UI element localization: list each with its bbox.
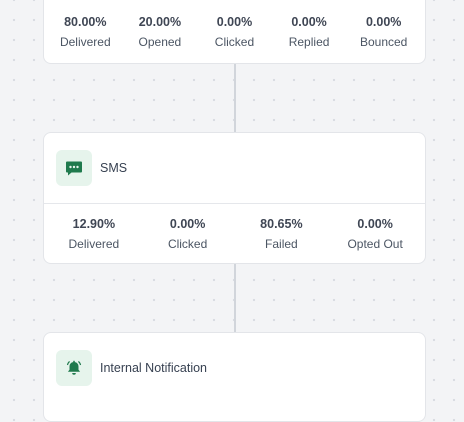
notification-node-header[interactable]: Internal Notification (44, 333, 425, 403)
stat-clicked: 0.00% Clicked (141, 216, 235, 252)
stat-label: Delivered (59, 35, 111, 49)
sms-node-header[interactable]: SMS (44, 133, 425, 203)
connector-line (234, 64, 236, 132)
stat-clicked: 0.00% Clicked (197, 14, 272, 50)
internal-notification-node-card[interactable]: Internal Notification (43, 332, 426, 422)
sms-stats-row: 12.90% Delivered 0.00% Clicked 80.65% Fa… (44, 216, 425, 252)
stat-label: Clicked (214, 35, 255, 49)
stat-value: 0.00% (365, 15, 402, 29)
stat-delivered: 80.00% Delivered (48, 14, 123, 50)
stat-value: 0.00% (357, 217, 393, 231)
stat-value: 20.00% (138, 15, 182, 29)
stat-opened: 20.00% Opened (123, 14, 198, 50)
stat-value: 0.00% (216, 15, 253, 29)
sms-node-card[interactable]: SMS 12.90% Delivered 0.00% Clicked 80.65… (43, 132, 426, 264)
stat-value: 12.90% (72, 217, 116, 231)
stat-value: 0.00% (169, 217, 206, 231)
stat-opted-out: 0.00% Opted Out (328, 216, 422, 252)
stat-delivered: 12.90% Delivered (47, 216, 141, 252)
stat-label: Replied (288, 35, 330, 49)
stat-label: Delivered (68, 237, 120, 251)
email-node-card[interactable]: 80.00% Delivered 20.00% Opened 0.00% Cli… (43, 0, 426, 64)
divider (44, 203, 425, 204)
connector-line (234, 264, 236, 332)
stat-value: 0.00% (291, 15, 327, 29)
node-title: SMS (100, 161, 128, 175)
bell-icon (56, 350, 92, 386)
sms-message-icon (56, 150, 92, 186)
stat-value: 80.65% (260, 217, 303, 231)
stat-label: Opened (138, 35, 182, 49)
stat-replied: 0.00% Replied (272, 14, 347, 50)
stat-bounced: 0.00% Bounced (346, 14, 421, 50)
stat-label: Bounced (359, 35, 408, 49)
stat-failed: 80.65% Failed (235, 216, 329, 252)
email-stats-row: 80.00% Delivered 20.00% Opened 0.00% Cli… (44, 14, 425, 50)
stat-value: 80.00% (64, 15, 107, 29)
node-title: Internal Notification (100, 361, 208, 375)
stat-label: Clicked (167, 237, 208, 251)
stat-label: Failed (265, 237, 298, 251)
stat-label: Opted Out (347, 237, 403, 251)
